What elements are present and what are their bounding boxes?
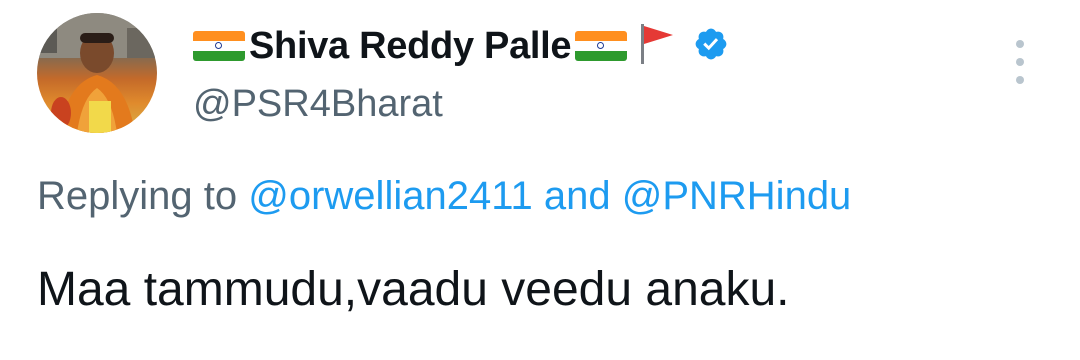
avatar-photo-icon (37, 13, 157, 133)
india-flag-icon (575, 31, 628, 61)
verified-badge-icon[interactable] (693, 26, 729, 67)
display-name[interactable]: Shiva Reddy Palle (249, 20, 572, 72)
tweet-text: Maa tammudu,vaadu veedu anaku. (37, 263, 790, 316)
more-options-icon[interactable] (1010, 40, 1030, 84)
india-flag-icon (193, 31, 245, 61)
reply-conjunction[interactable]: and (544, 174, 611, 218)
author-header: Shiva Reddy Palle (193, 20, 729, 72)
author-handle[interactable]: @PSR4Bharat (193, 78, 443, 130)
reply-mention-pnrhindu[interactable]: @PNRHindu (622, 174, 852, 218)
replying-to-line: Replying to @orwellian2411 and @PNRHindu (37, 170, 851, 222)
replying-to-label: Replying to (37, 174, 238, 218)
reply-mention-orwellian[interactable]: @orwellian2411 (248, 174, 532, 218)
avatar[interactable] (37, 13, 157, 133)
saffron-flag-icon (637, 22, 677, 71)
